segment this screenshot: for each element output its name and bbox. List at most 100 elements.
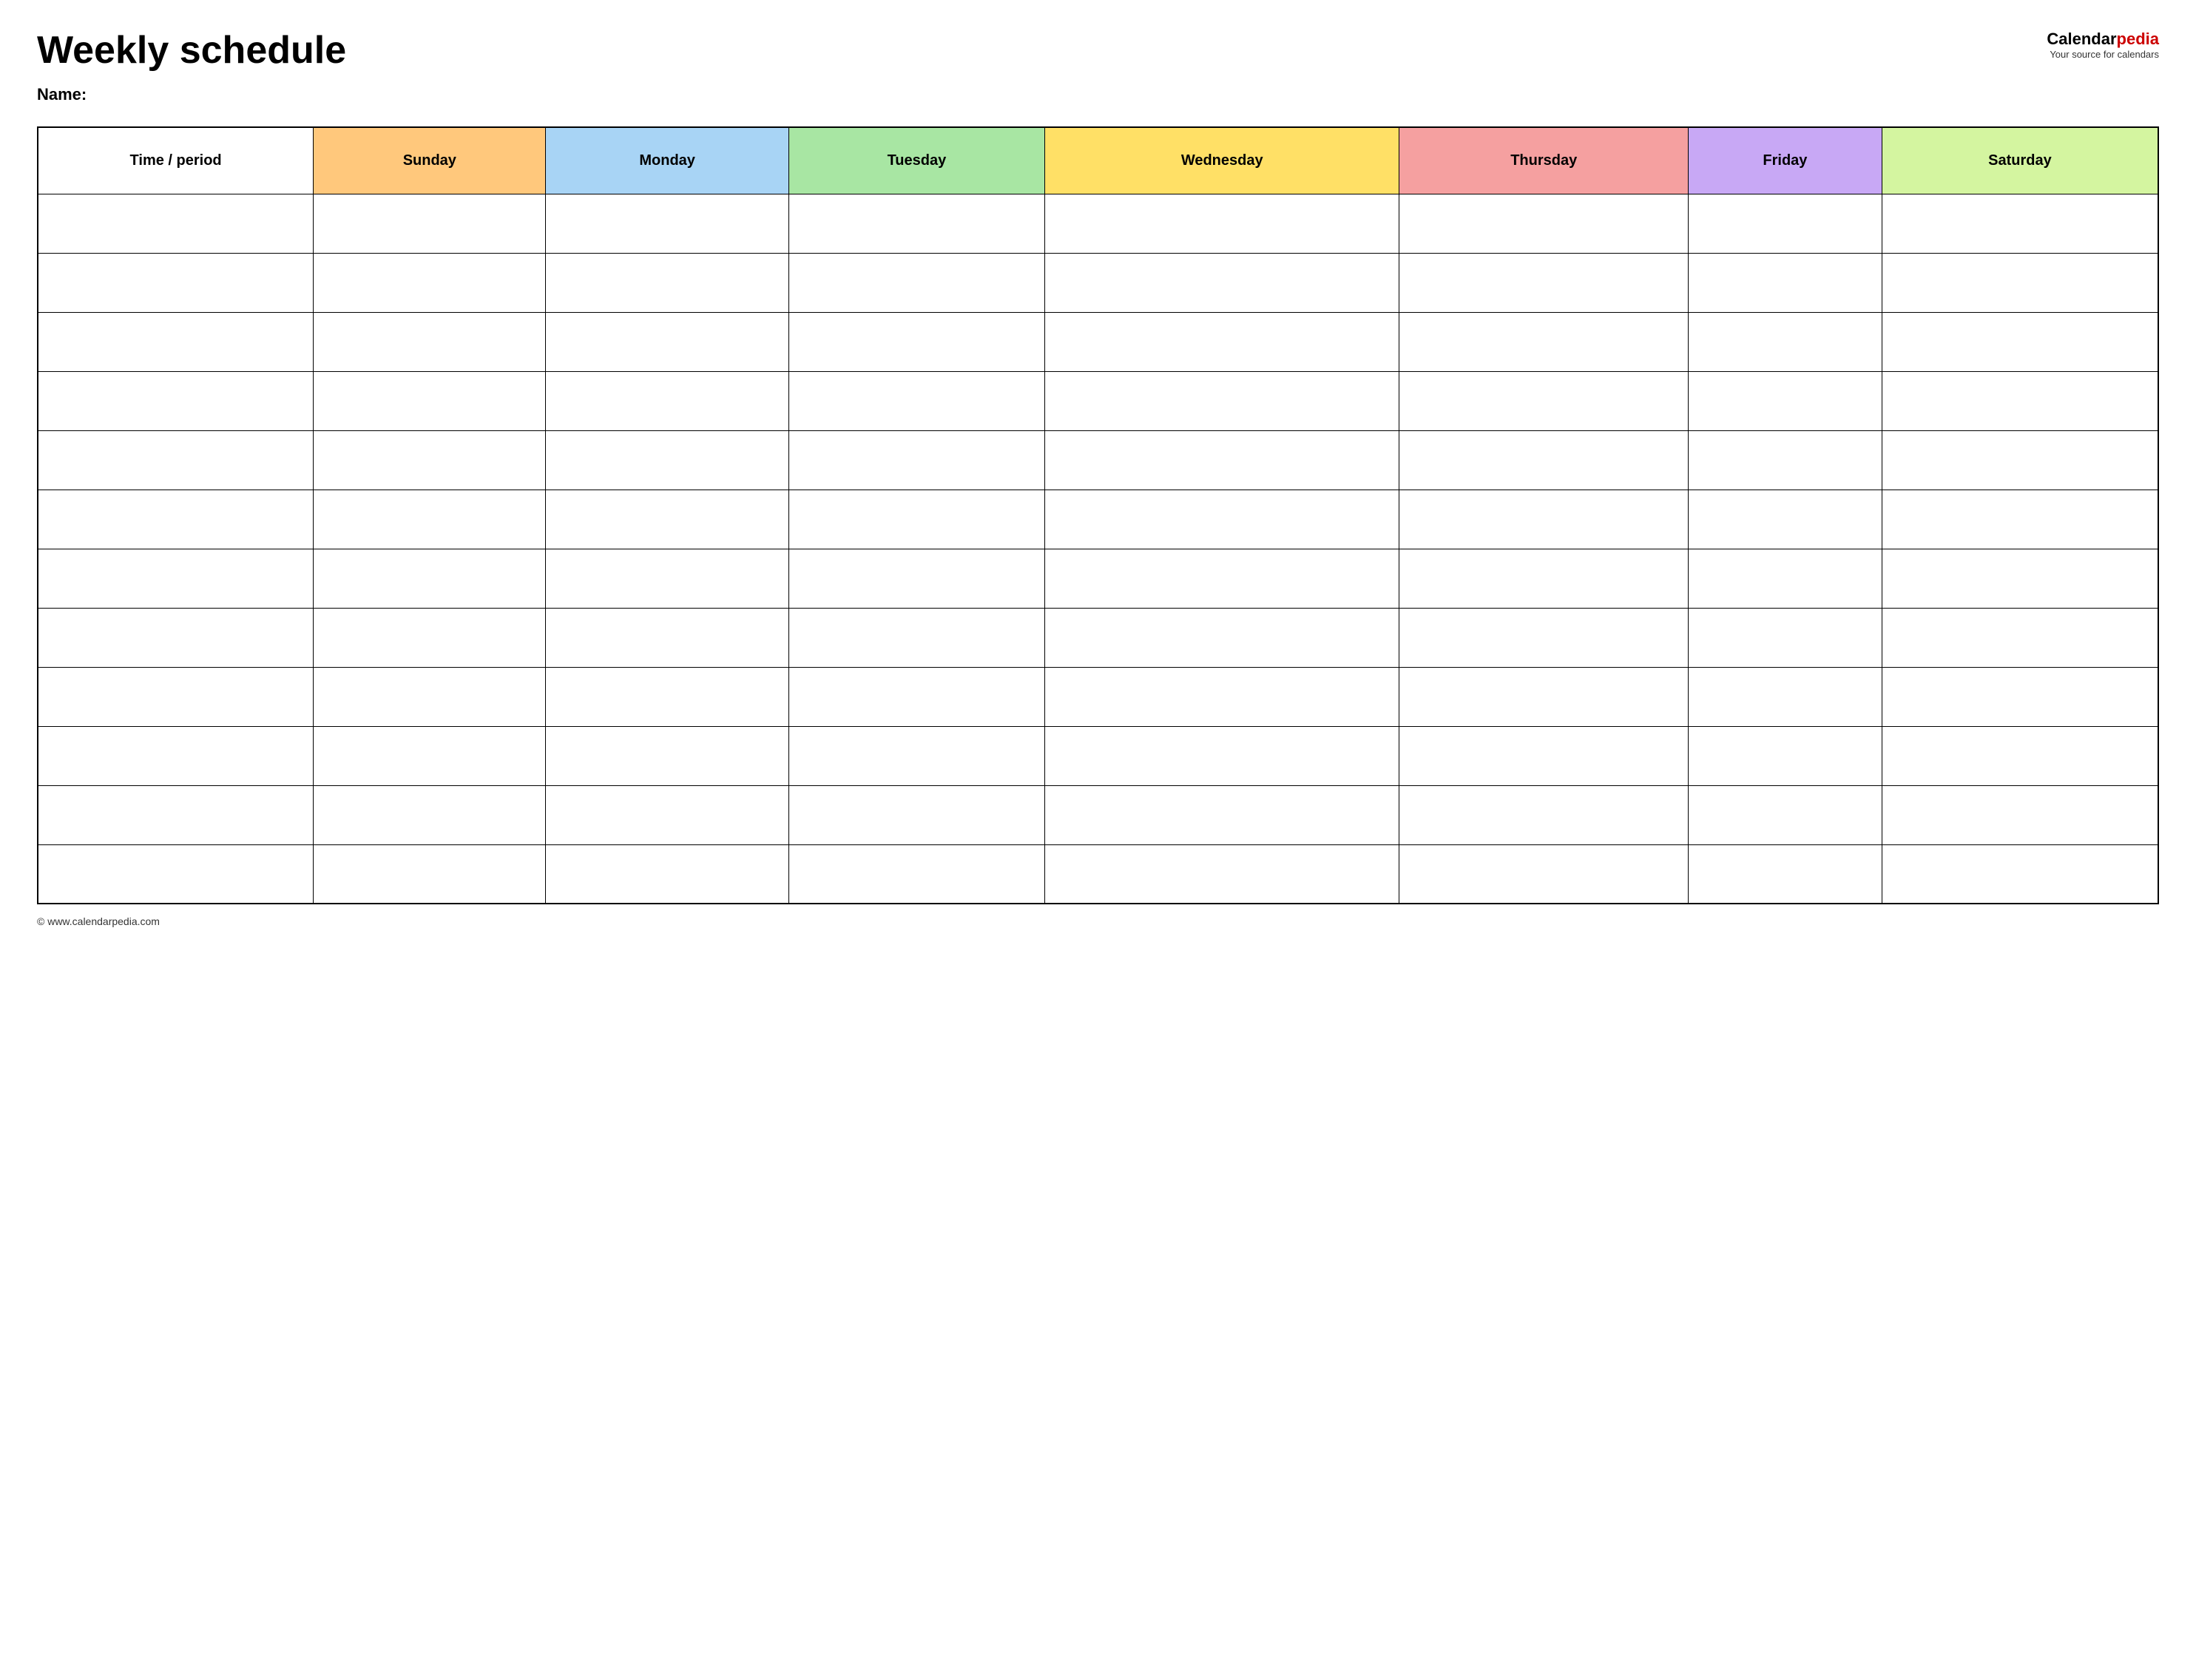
- schedule-cell[interactable]: [1044, 430, 1399, 490]
- schedule-cell[interactable]: [1689, 844, 1882, 904]
- schedule-cell[interactable]: [1044, 726, 1399, 785]
- schedule-cell[interactable]: [788, 549, 1044, 608]
- schedule-cell[interactable]: [1399, 312, 1689, 371]
- schedule-cell[interactable]: [1689, 667, 1882, 726]
- schedule-cell[interactable]: [1044, 312, 1399, 371]
- schedule-cell[interactable]: [1689, 194, 1882, 253]
- schedule-cell[interactable]: [546, 726, 788, 785]
- schedule-cell[interactable]: [1399, 430, 1689, 490]
- schedule-cell[interactable]: [546, 194, 788, 253]
- schedule-cell[interactable]: [1882, 608, 2158, 667]
- table-row: [38, 371, 2158, 430]
- time-cell[interactable]: [38, 785, 314, 844]
- schedule-cell[interactable]: [314, 667, 546, 726]
- schedule-cell[interactable]: [1689, 490, 1882, 549]
- schedule-cell[interactable]: [1399, 844, 1689, 904]
- schedule-cell[interactable]: [546, 371, 788, 430]
- schedule-cell[interactable]: [1689, 726, 1882, 785]
- schedule-cell[interactable]: [1882, 726, 2158, 785]
- schedule-cell[interactable]: [1882, 312, 2158, 371]
- schedule-cell[interactable]: [788, 785, 1044, 844]
- schedule-cell[interactable]: [1882, 371, 2158, 430]
- time-cell[interactable]: [38, 253, 314, 312]
- schedule-cell[interactable]: [788, 667, 1044, 726]
- schedule-cell[interactable]: [314, 371, 546, 430]
- table-row: [38, 785, 2158, 844]
- schedule-cell[interactable]: [546, 430, 788, 490]
- schedule-cell[interactable]: [1689, 371, 1882, 430]
- time-cell[interactable]: [38, 312, 314, 371]
- schedule-cell[interactable]: [1399, 194, 1689, 253]
- schedule-cell[interactable]: [788, 194, 1044, 253]
- schedule-cell[interactable]: [1399, 608, 1689, 667]
- schedule-cell[interactable]: [788, 490, 1044, 549]
- schedule-cell[interactable]: [314, 608, 546, 667]
- schedule-cell[interactable]: [1044, 194, 1399, 253]
- schedule-cell[interactable]: [1882, 549, 2158, 608]
- header-saturday: Saturday: [1882, 127, 2158, 194]
- schedule-cell[interactable]: [788, 844, 1044, 904]
- schedule-cell[interactable]: [1044, 253, 1399, 312]
- schedule-cell[interactable]: [546, 490, 788, 549]
- schedule-cell[interactable]: [546, 312, 788, 371]
- schedule-cell[interactable]: [1044, 490, 1399, 549]
- schedule-cell[interactable]: [314, 549, 546, 608]
- schedule-cell[interactable]: [1399, 371, 1689, 430]
- schedule-cell[interactable]: [1689, 785, 1882, 844]
- schedule-cell[interactable]: [1399, 785, 1689, 844]
- schedule-cell[interactable]: [1044, 549, 1399, 608]
- schedule-cell[interactable]: [1882, 785, 2158, 844]
- time-cell[interactable]: [38, 549, 314, 608]
- schedule-cell[interactable]: [1882, 844, 2158, 904]
- schedule-cell[interactable]: [1044, 371, 1399, 430]
- time-cell[interactable]: [38, 371, 314, 430]
- schedule-cell[interactable]: [546, 667, 788, 726]
- schedule-cell[interactable]: [314, 844, 546, 904]
- schedule-cell[interactable]: [1044, 667, 1399, 726]
- schedule-cell[interactable]: [788, 312, 1044, 371]
- schedule-cell[interactable]: [314, 430, 546, 490]
- schedule-cell[interactable]: [314, 785, 546, 844]
- schedule-cell[interactable]: [1689, 312, 1882, 371]
- time-cell[interactable]: [38, 844, 314, 904]
- schedule-cell[interactable]: [546, 844, 788, 904]
- time-cell[interactable]: [38, 726, 314, 785]
- schedule-cell[interactable]: [314, 490, 546, 549]
- schedule-cell[interactable]: [788, 430, 1044, 490]
- schedule-cell[interactable]: [1399, 726, 1689, 785]
- schedule-cell[interactable]: [788, 253, 1044, 312]
- schedule-cell[interactable]: [546, 549, 788, 608]
- time-cell[interactable]: [38, 490, 314, 549]
- schedule-cell[interactable]: [788, 608, 1044, 667]
- schedule-cell[interactable]: [1882, 253, 2158, 312]
- schedule-cell[interactable]: [314, 253, 546, 312]
- schedule-cell[interactable]: [1689, 430, 1882, 490]
- schedule-cell[interactable]: [1882, 430, 2158, 490]
- schedule-cell[interactable]: [788, 371, 1044, 430]
- schedule-cell[interactable]: [1882, 667, 2158, 726]
- schedule-cell[interactable]: [1882, 194, 2158, 253]
- schedule-cell[interactable]: [1044, 844, 1399, 904]
- time-cell[interactable]: [38, 194, 314, 253]
- schedule-cell[interactable]: [1399, 667, 1689, 726]
- time-cell[interactable]: [38, 608, 314, 667]
- schedule-cell[interactable]: [546, 785, 788, 844]
- schedule-cell[interactable]: [1044, 608, 1399, 667]
- schedule-cell[interactable]: [546, 253, 788, 312]
- schedule-cell[interactable]: [1399, 549, 1689, 608]
- schedule-cell[interactable]: [1399, 490, 1689, 549]
- schedule-cell[interactable]: [1689, 253, 1882, 312]
- schedule-cell[interactable]: [314, 194, 546, 253]
- schedule-cell[interactable]: [1399, 253, 1689, 312]
- schedule-cell[interactable]: [314, 726, 546, 785]
- time-cell[interactable]: [38, 667, 314, 726]
- schedule-cell[interactable]: [1689, 549, 1882, 608]
- time-cell[interactable]: [38, 430, 314, 490]
- schedule-cell[interactable]: [1044, 785, 1399, 844]
- schedule-cell[interactable]: [788, 726, 1044, 785]
- schedule-cell[interactable]: [546, 608, 788, 667]
- footer: © www.calendarpedia.com: [37, 915, 2159, 927]
- schedule-cell[interactable]: [1882, 490, 2158, 549]
- schedule-cell[interactable]: [314, 312, 546, 371]
- schedule-cell[interactable]: [1689, 608, 1882, 667]
